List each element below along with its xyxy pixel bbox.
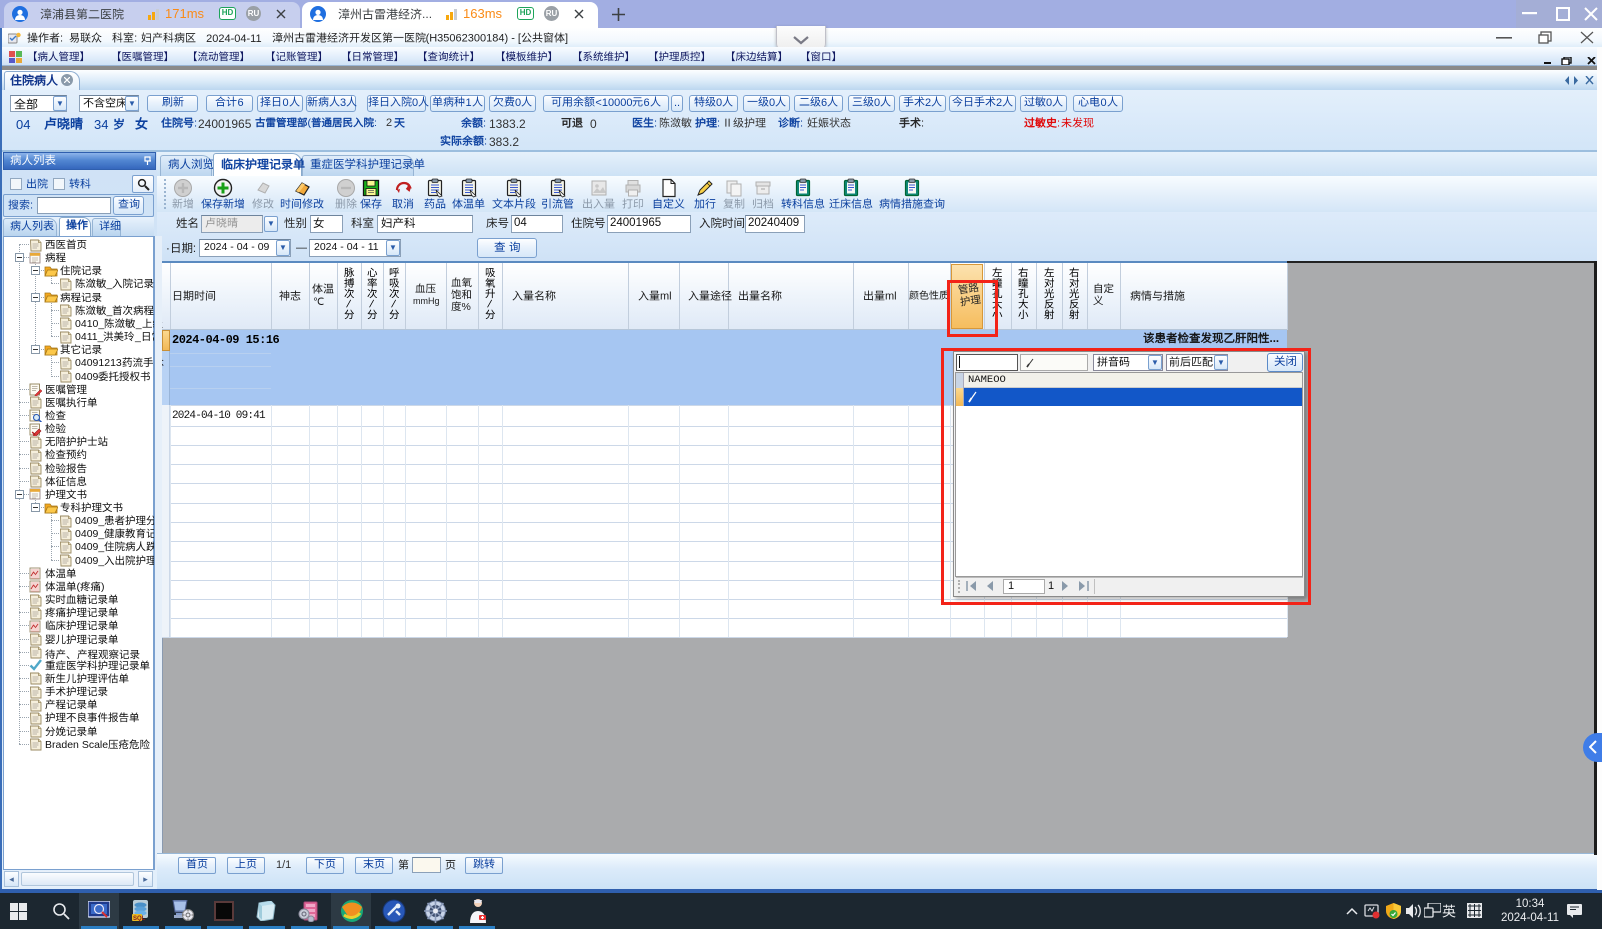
svg-text:SQL: SQL (133, 916, 146, 922)
